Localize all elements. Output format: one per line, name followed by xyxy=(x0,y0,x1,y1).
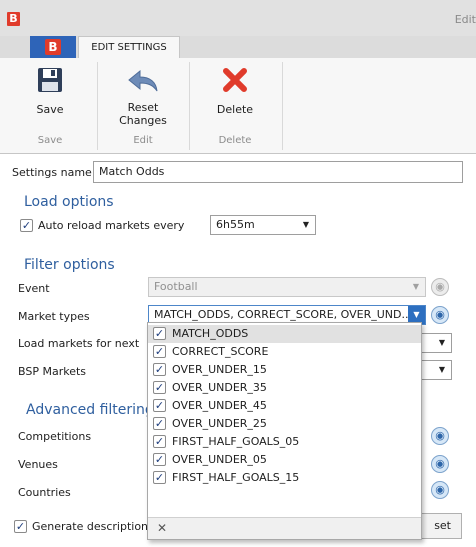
file-menu-tab[interactable]: B xyxy=(30,36,76,58)
edit-group-label: Edit xyxy=(133,135,153,146)
event-value: Football xyxy=(154,280,198,293)
app-menu-logo-icon: B xyxy=(45,39,61,55)
settings-name-input[interactable]: Match Odds xyxy=(93,161,463,183)
option-label: OVER_UNDER_05 xyxy=(172,453,267,466)
save-button-label: Save xyxy=(36,103,64,116)
option-label: OVER_UNDER_35 xyxy=(172,381,267,394)
dropdown-option[interactable]: ✓ OVER_UNDER_25 xyxy=(148,415,421,433)
option-checkbox[interactable]: ✓ xyxy=(153,471,166,484)
dropdown-option[interactable]: ✓ FIRST_HALF_GOALS_15 xyxy=(148,469,421,487)
bsp-markets-label: BSP Markets xyxy=(18,365,87,378)
chevron-down-icon: ▼ xyxy=(438,338,445,347)
market-types-value: MATCH_ODDS, CORRECT_SCORE, OVER_UND... xyxy=(154,308,412,321)
load-markets-select[interactable]: ▼ xyxy=(418,333,452,353)
dropdown-option[interactable]: ✓ CORRECT_SCORE xyxy=(148,343,421,361)
close-icon[interactable]: ✕ xyxy=(157,521,167,535)
dropdown-option[interactable]: ✓ OVER_UNDER_15 xyxy=(148,361,421,379)
delete-button[interactable]: Delete xyxy=(200,62,270,128)
ribbon-tab-strip: B EDIT SETTINGS xyxy=(0,36,476,58)
load-options-heading: Load options xyxy=(24,194,114,210)
dropdown-option[interactable]: ✓ FIRST_HALF_GOALS_05 xyxy=(148,433,421,451)
event-label: Event xyxy=(18,282,50,295)
delete-button-label: Delete xyxy=(216,103,254,116)
reset-changes-button[interactable]: Reset Changes xyxy=(106,62,180,128)
load-markets-label: Load markets for next xyxy=(18,337,140,350)
event-select[interactable]: Football ▼ xyxy=(148,277,426,297)
option-checkbox[interactable]: ✓ xyxy=(153,381,166,394)
venues-lookup-eye-icon[interactable]: ◉ xyxy=(431,455,449,473)
check-mark-icon: ✓ xyxy=(21,219,32,232)
competitions-label: Competitions xyxy=(18,430,92,443)
auto-reload-checkbox[interactable]: ✓ xyxy=(20,219,33,232)
option-checkbox[interactable]: ✓ xyxy=(153,453,166,466)
advanced-filtering-heading: Advanced filtering xyxy=(26,402,154,418)
ribbon-divider xyxy=(189,62,190,150)
option-label: MATCH_ODDS xyxy=(172,327,249,340)
auto-reload-select[interactable]: 6h55m ▼ xyxy=(210,215,316,235)
event-lookup-eye-icon[interactable]: ◉ xyxy=(431,278,449,296)
red-x-icon xyxy=(223,68,247,92)
ribbon-divider xyxy=(282,62,283,150)
option-checkbox[interactable]: ✓ xyxy=(153,345,166,358)
save-button[interactable]: Save xyxy=(22,62,78,128)
dropdown-footer: ✕ xyxy=(148,517,421,539)
option-label: OVER_UNDER_45 xyxy=(172,399,267,412)
reset-label-line1: Reset xyxy=(127,101,159,114)
countries-lookup-eye-icon[interactable]: ◉ xyxy=(431,481,449,499)
option-checkbox[interactable]: ✓ xyxy=(153,435,166,448)
chevron-down-icon: ▼ xyxy=(302,220,309,229)
app-logo: B xyxy=(7,12,20,26)
undo-arrow-icon xyxy=(128,69,158,92)
market-types-lookup-eye-icon[interactable]: ◉ xyxy=(431,306,449,324)
auto-reload-value: 6h55m xyxy=(216,218,255,231)
dropdown-option[interactable]: ✓ MATCH_ODDS xyxy=(148,325,421,343)
save-group-label: Save xyxy=(37,135,63,146)
chevron-down-icon: ▼ xyxy=(412,282,419,291)
option-checkbox[interactable]: ✓ xyxy=(153,327,166,340)
check-mark-icon: ✓ xyxy=(15,520,26,533)
option-label: OVER_UNDER_25 xyxy=(172,417,267,430)
chevron-down-icon: ▼ xyxy=(438,365,445,374)
venues-label: Venues xyxy=(18,458,58,471)
reset-label-line2: Changes xyxy=(119,114,167,127)
ribbon-divider xyxy=(97,62,98,150)
tab-edit-settings[interactable]: EDIT SETTINGS xyxy=(78,36,180,58)
option-label: OVER_UNDER_15 xyxy=(172,363,267,376)
auto-reload-label: Auto reload markets every xyxy=(38,219,185,232)
option-checkbox[interactable]: ✓ xyxy=(153,417,166,430)
settings-name-label: Settings name xyxy=(12,166,92,179)
option-checkbox[interactable]: ✓ xyxy=(153,363,166,376)
floppy-disk-icon xyxy=(38,68,62,92)
generate-description-label: Generate description fo xyxy=(32,520,163,533)
window-title: Edit xyxy=(454,13,476,26)
option-label: FIRST_HALF_GOALS_15 xyxy=(172,471,300,484)
filter-options-heading: Filter options xyxy=(24,257,115,273)
dropdown-option[interactable]: ✓ OVER_UNDER_05 xyxy=(148,451,421,469)
dropdown-option[interactable]: ✓ OVER_UNDER_35 xyxy=(148,379,421,397)
competitions-lookup-eye-icon[interactable]: ◉ xyxy=(431,427,449,445)
ribbon: Save Save Reset Changes Edit Delete Dele… xyxy=(0,58,476,154)
generate-description-checkbox[interactable]: ✓ xyxy=(14,520,27,533)
market-types-dropdown: ✓ MATCH_ODDS ✓ CORRECT_SCORE ✓ OVER_UNDER_15 ✓… xyxy=(147,322,422,540)
countries-label: Countries xyxy=(18,486,71,499)
dropdown-option[interactable]: ✓ OVER_UNDER_45 xyxy=(148,397,421,415)
option-label: FIRST_HALF_GOALS_05 xyxy=(172,435,300,448)
title-bar: B Edit xyxy=(0,0,476,36)
bsp-markets-select[interactable]: ▼ xyxy=(418,360,452,380)
option-checkbox[interactable]: ✓ xyxy=(153,399,166,412)
market-types-label: Market types xyxy=(18,310,90,323)
delete-group-label: Delete xyxy=(218,135,252,146)
option-label: CORRECT_SCORE xyxy=(172,345,269,358)
